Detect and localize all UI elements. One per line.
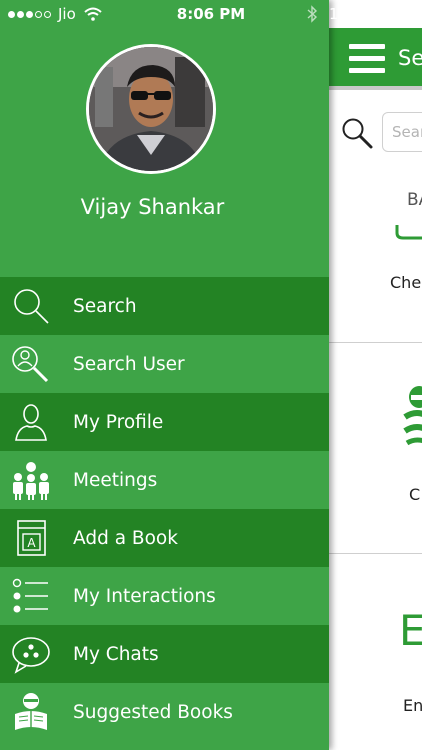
charging-bolt-icon: ⚡ (407, 4, 417, 19)
main-title: Se (398, 46, 422, 70)
menu-item-my-chats[interactable]: My Chats (0, 625, 329, 683)
book-icon (395, 225, 422, 240)
book-card[interactable]: C (329, 343, 422, 554)
book-card[interactable]: E En (329, 554, 422, 750)
reader-book-icon (10, 692, 52, 732)
drawer-menu: Search Search User My Profile Meetings A… (0, 277, 329, 741)
main-header: Se (329, 28, 422, 90)
card-big-letter: E (399, 606, 422, 655)
user-name: Vijay Shankar (80, 195, 225, 219)
svg-text:A: A (27, 536, 36, 550)
avatar[interactable] (86, 44, 216, 174)
main-search-row: Sear (329, 108, 422, 156)
menu-item-label: Meetings (73, 469, 158, 491)
navigation-drawer: Vijay Shankar Search Search User My Prof… (0, 0, 329, 750)
menu-item-search-user[interactable]: Search User (0, 335, 329, 393)
main-page: Se Sear BA Che C E En (329, 0, 422, 750)
menu-item-label: Add a Book (73, 527, 178, 549)
menu-item-suggested-books[interactable]: Suggested Books (0, 683, 329, 741)
menu-item-label: My Chats (73, 643, 159, 665)
menu-item-label: My Profile (73, 411, 164, 433)
profile-photo (89, 47, 213, 171)
battery-percentage: 100% (329, 5, 372, 23)
meetings-icon (10, 460, 52, 500)
menu-item-label: Search (73, 295, 137, 317)
interactions-list-icon (10, 576, 52, 616)
search-icon (10, 286, 52, 326)
menu-item-search[interactable]: Search (0, 277, 329, 335)
menu-item-meetings[interactable]: Meetings (0, 451, 329, 509)
menu-item-my-interactions[interactable]: My Interactions (0, 567, 329, 625)
add-book-icon: A (10, 518, 52, 558)
search-user-icon (10, 344, 52, 384)
search-icon[interactable] (340, 116, 374, 150)
menu-item-label: Suggested Books (73, 701, 233, 723)
hamburger-menu-icon[interactable] (349, 44, 385, 74)
menu-item-label: Search User (73, 353, 185, 375)
card-title: BA (407, 190, 422, 210)
card-caption: Che (390, 273, 422, 292)
bluetooth-icon (307, 5, 318, 23)
status-bar: Jio 8:06 PM 100% ⚡ (0, 0, 422, 28)
menu-item-my-profile[interactable]: My Profile (0, 393, 329, 451)
profile-icon (10, 402, 52, 442)
search-input[interactable]: Sear (382, 112, 422, 152)
menu-item-add-a-book[interactable]: A Add a Book (0, 509, 329, 567)
card-caption: C (409, 485, 421, 504)
book-card[interactable]: BA Che (329, 168, 422, 343)
menu-item-label: My Interactions (73, 585, 216, 607)
reader-icon (403, 386, 422, 446)
chat-bubble-icon (10, 634, 52, 674)
card-caption: En (403, 696, 422, 715)
battery-icon (371, 7, 402, 21)
